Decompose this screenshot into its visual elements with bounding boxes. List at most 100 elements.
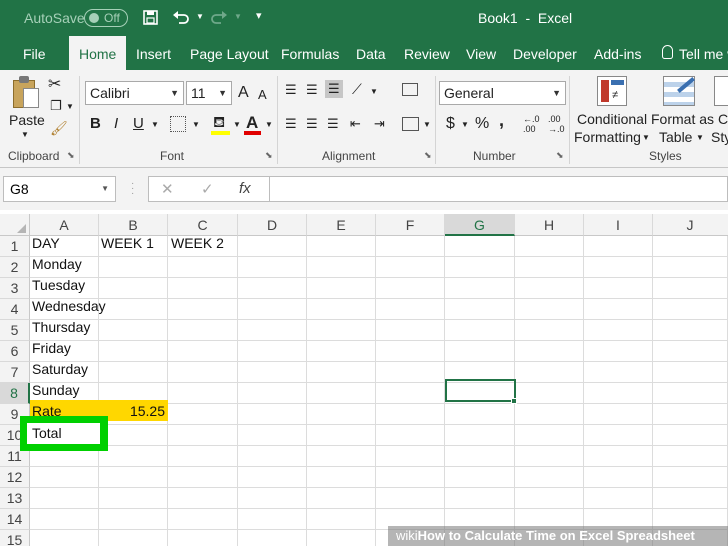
tab-page-layout[interactable]: Page Layout — [190, 36, 269, 70]
row-header-6[interactable]: 6 — [0, 341, 30, 362]
font-name-select[interactable]: Calibri ▼ — [85, 81, 184, 105]
redo-dropdown-icon[interactable]: ▼ — [234, 12, 242, 21]
cell-b9[interactable]: 15.25 — [98, 401, 168, 422]
format-as-table-dropdown-icon[interactable]: ▼ — [696, 133, 704, 142]
redo-icon[interactable] — [210, 9, 228, 25]
active-cell-g8[interactable] — [445, 379, 516, 402]
currency-dropdown-icon[interactable]: ▼ — [461, 120, 469, 129]
copy-dropdown-icon[interactable]: ▼ — [66, 102, 74, 111]
grow-font-button[interactable]: A — [238, 84, 249, 102]
conditional-formatting-label-2[interactable]: Formatting — [574, 129, 641, 145]
autosave-toggle[interactable]: Off — [84, 9, 128, 27]
row-header-3[interactable]: 3 — [0, 278, 30, 299]
font-color-dropdown-icon[interactable]: ▼ — [265, 120, 273, 129]
cell-styles-label-2[interactable]: Sty — [711, 129, 728, 145]
row-header-14[interactable]: 14 — [0, 509, 30, 530]
fill-color-dropdown-icon[interactable]: ▼ — [233, 120, 241, 129]
column-header-d[interactable]: D — [238, 214, 307, 236]
number-launcher-icon[interactable]: ⬊ — [556, 150, 564, 161]
decrease-indent-icon[interactable]: ⇤ — [350, 116, 361, 132]
number-format-select[interactable]: General ▼ — [439, 81, 566, 105]
bold-button[interactable]: B — [90, 115, 101, 132]
row-header-5[interactable]: 5 — [0, 320, 30, 341]
tab-insert[interactable]: Insert — [136, 36, 171, 70]
row-header-13[interactable]: 13 — [0, 488, 30, 509]
alignment-launcher-icon[interactable]: ⬊ — [424, 150, 432, 161]
shrink-font-button[interactable]: A — [258, 87, 267, 102]
font-color-button[interactable]: A — [246, 113, 258, 133]
paste-dropdown-icon[interactable]: ▼ — [21, 130, 29, 139]
paste-button[interactable]: Paste — [9, 112, 45, 128]
conditional-formatting-label-1[interactable]: Conditional — [577, 111, 647, 127]
column-header-i[interactable]: I — [584, 214, 653, 236]
cell-a8[interactable]: Sunday — [29, 380, 79, 401]
align-right-icon[interactable]: ☰ — [327, 116, 339, 132]
tab-developer[interactable]: Developer — [513, 36, 577, 70]
orientation-dropdown-icon[interactable]: ▼ — [370, 87, 378, 96]
row-header-4[interactable]: 4 — [0, 299, 30, 320]
insert-function-button[interactable]: fx — [239, 180, 251, 197]
borders-dropdown-icon[interactable]: ▼ — [192, 120, 200, 129]
cell-styles-icon[interactable] — [714, 76, 728, 106]
cell-a4[interactable]: Wednesday — [29, 296, 106, 317]
currency-button[interactable]: $ — [446, 115, 455, 133]
spreadsheet-grid[interactable]: ABCDEFGHIJ 1 2 3 4 5 6 7 8 9 10 11 12 13 14 15 DAY WEE… — [0, 210, 728, 546]
format-as-table-label-1[interactable]: Format as — [651, 111, 714, 127]
increase-decimal-icon[interactable]: ←.0.00 — [523, 114, 540, 134]
undo-icon[interactable] — [172, 9, 190, 25]
column-header-f[interactable]: F — [376, 214, 445, 236]
row-header-12[interactable]: 12 — [0, 467, 30, 488]
merge-dropdown-icon[interactable]: ▼ — [423, 120, 431, 129]
decrease-decimal-icon[interactable]: .00 →.0 — [548, 114, 565, 134]
paste-icon[interactable] — [11, 76, 39, 110]
cell-a6[interactable]: Friday — [29, 338, 71, 359]
underline-button[interactable]: U — [133, 115, 144, 132]
cell-a3[interactable]: Tuesday — [29, 275, 85, 296]
tab-add-ins[interactable]: Add-ins — [594, 36, 641, 70]
column-header-overflow[interactable] — [722, 214, 728, 236]
underline-dropdown-icon[interactable]: ▼ — [151, 120, 159, 129]
cell-a10[interactable]: Total — [27, 423, 100, 444]
cell-a5[interactable]: Thursday — [29, 317, 90, 338]
cut-icon[interactable]: ✂ — [48, 74, 61, 94]
conditional-formatting-icon[interactable]: ≠ — [597, 76, 627, 106]
percent-button[interactable]: % — [475, 115, 489, 133]
format-as-table-icon[interactable] — [663, 76, 695, 106]
merge-center-icon[interactable] — [402, 117, 419, 131]
row-header-15[interactable]: 15 — [0, 530, 30, 546]
align-top-icon[interactable]: ☰ — [285, 82, 297, 98]
tab-home[interactable]: Home — [69, 36, 126, 70]
cancel-icon[interactable]: ✕ — [161, 180, 174, 198]
column-header-h[interactable]: H — [515, 214, 584, 236]
cell-styles-label-1[interactable]: C — [718, 111, 728, 127]
align-bottom-icon[interactable]: ☰ — [325, 80, 343, 98]
undo-dropdown-icon[interactable]: ▼ — [196, 12, 204, 21]
align-left-icon[interactable]: ☰ — [285, 116, 297, 132]
copy-icon[interactable]: ❐ — [50, 98, 62, 114]
row-header-7[interactable]: 7 — [0, 362, 30, 383]
customize-toolbar-icon[interactable]: ▾ — [256, 9, 262, 22]
increase-indent-icon[interactable]: ⇥ — [374, 116, 385, 132]
clipboard-launcher-icon[interactable]: ⬊ — [67, 150, 75, 161]
wrap-text-icon[interactable] — [402, 83, 418, 96]
row-header-2[interactable]: 2 — [0, 257, 30, 278]
name-box[interactable]: G8 ▼ — [3, 176, 116, 202]
fill-handle[interactable] — [511, 398, 517, 404]
row-header-8[interactable]: 8 — [0, 383, 30, 404]
tell-me-search[interactable]: Tell me w — [679, 36, 728, 70]
comma-button[interactable]: , — [499, 110, 504, 131]
align-middle-icon[interactable]: ☰ — [306, 82, 318, 98]
orientation-icon[interactable]: ⟋ — [352, 81, 362, 98]
font-size-select[interactable]: 11 ▼ — [186, 81, 232, 105]
row-header-1[interactable]: 1 — [0, 236, 30, 257]
enter-icon[interactable]: ✓ — [201, 180, 214, 198]
cell-a2[interactable]: Monday — [29, 254, 82, 275]
tab-review[interactable]: Review — [404, 36, 450, 70]
tab-view[interactable]: View — [466, 36, 496, 70]
formula-input[interactable] — [270, 176, 728, 202]
borders-icon[interactable] — [170, 116, 186, 132]
format-as-table-label-2[interactable]: Table — [659, 129, 692, 145]
column-header-g[interactable]: G — [445, 214, 515, 236]
conditional-formatting-dropdown-icon[interactable]: ▼ — [642, 133, 650, 142]
cell-b1[interactable]: WEEK 1 — [98, 233, 154, 254]
